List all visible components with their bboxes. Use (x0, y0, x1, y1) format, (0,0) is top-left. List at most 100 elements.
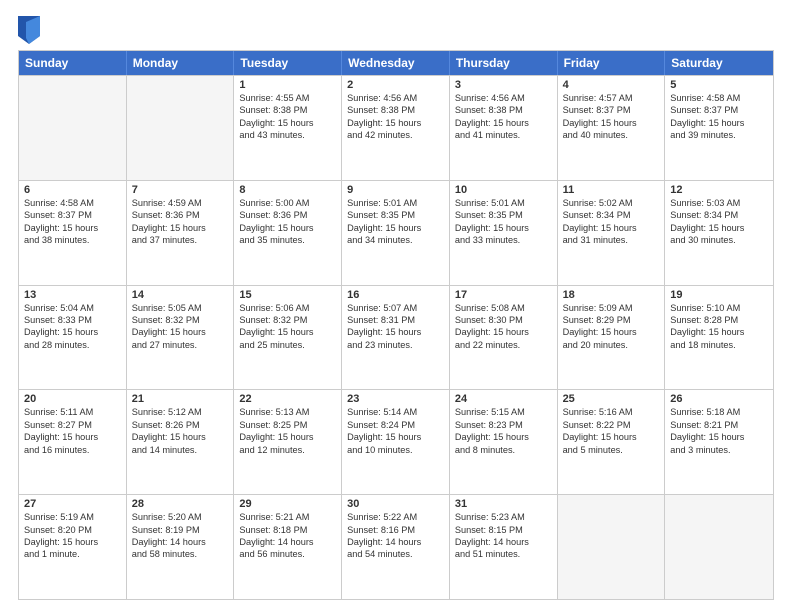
cell-line-2: Daylight: 15 hours (239, 431, 336, 443)
cell-line-3: and 58 minutes. (132, 548, 229, 560)
calendar: SundayMondayTuesdayWednesdayThursdayFrid… (18, 50, 774, 600)
cell-line-0: Sunrise: 5:11 AM (24, 406, 121, 418)
day-number: 15 (239, 289, 336, 301)
day-number: 10 (455, 184, 552, 196)
cell-line-2: Daylight: 15 hours (239, 117, 336, 129)
day-number: 11 (563, 184, 660, 196)
cell-line-1: Sunset: 8:22 PM (563, 419, 660, 431)
cell-line-1: Sunset: 8:32 PM (132, 314, 229, 326)
empty-cell (665, 495, 773, 599)
day-number: 31 (455, 498, 552, 510)
cell-line-0: Sunrise: 4:58 AM (670, 92, 768, 104)
day-number: 24 (455, 393, 552, 405)
cell-line-1: Sunset: 8:38 PM (347, 104, 444, 116)
cell-line-0: Sunrise: 4:56 AM (347, 92, 444, 104)
day-cell-7: 7Sunrise: 4:59 AMSunset: 8:36 PMDaylight… (127, 181, 235, 285)
day-cell-31: 31Sunrise: 5:23 AMSunset: 8:15 PMDayligh… (450, 495, 558, 599)
week-row-4: 20Sunrise: 5:11 AMSunset: 8:27 PMDayligh… (19, 389, 773, 494)
day-number: 7 (132, 184, 229, 196)
logo (18, 16, 44, 44)
cell-line-1: Sunset: 8:16 PM (347, 524, 444, 536)
day-cell-25: 25Sunrise: 5:16 AMSunset: 8:22 PMDayligh… (558, 390, 666, 494)
cell-line-3: and 56 minutes. (239, 548, 336, 560)
day-number: 13 (24, 289, 121, 301)
cell-line-1: Sunset: 8:37 PM (563, 104, 660, 116)
calendar-header: SundayMondayTuesdayWednesdayThursdayFrid… (19, 51, 773, 75)
day-number: 29 (239, 498, 336, 510)
cell-line-2: Daylight: 14 hours (455, 536, 552, 548)
day-number: 19 (670, 289, 768, 301)
cell-line-1: Sunset: 8:28 PM (670, 314, 768, 326)
cell-line-3: and 1 minute. (24, 548, 121, 560)
header-day-sunday: Sunday (19, 51, 127, 75)
day-number: 14 (132, 289, 229, 301)
cell-line-1: Sunset: 8:29 PM (563, 314, 660, 326)
day-number: 26 (670, 393, 768, 405)
day-cell-24: 24Sunrise: 5:15 AMSunset: 8:23 PMDayligh… (450, 390, 558, 494)
day-number: 2 (347, 79, 444, 91)
cell-line-1: Sunset: 8:23 PM (455, 419, 552, 431)
day-cell-9: 9Sunrise: 5:01 AMSunset: 8:35 PMDaylight… (342, 181, 450, 285)
day-number: 8 (239, 184, 336, 196)
cell-line-0: Sunrise: 5:20 AM (132, 511, 229, 523)
cell-line-3: and 38 minutes. (24, 234, 121, 246)
cell-line-0: Sunrise: 5:19 AM (24, 511, 121, 523)
cell-line-1: Sunset: 8:36 PM (239, 209, 336, 221)
day-number: 17 (455, 289, 552, 301)
cell-line-0: Sunrise: 5:03 AM (670, 197, 768, 209)
day-cell-8: 8Sunrise: 5:00 AMSunset: 8:36 PMDaylight… (234, 181, 342, 285)
week-row-5: 27Sunrise: 5:19 AMSunset: 8:20 PMDayligh… (19, 494, 773, 599)
cell-line-0: Sunrise: 5:07 AM (347, 302, 444, 314)
day-number: 23 (347, 393, 444, 405)
empty-cell (127, 76, 235, 180)
cell-line-0: Sunrise: 5:08 AM (455, 302, 552, 314)
cell-line-0: Sunrise: 5:02 AM (563, 197, 660, 209)
cell-line-3: and 12 minutes. (239, 444, 336, 456)
day-number: 9 (347, 184, 444, 196)
cell-line-2: Daylight: 15 hours (670, 117, 768, 129)
day-number: 21 (132, 393, 229, 405)
cell-line-1: Sunset: 8:37 PM (670, 104, 768, 116)
day-number: 12 (670, 184, 768, 196)
cell-line-1: Sunset: 8:20 PM (24, 524, 121, 536)
header-day-saturday: Saturday (665, 51, 773, 75)
header-day-tuesday: Tuesday (234, 51, 342, 75)
cell-line-2: Daylight: 15 hours (24, 536, 121, 548)
cell-line-0: Sunrise: 5:01 AM (347, 197, 444, 209)
cell-line-2: Daylight: 15 hours (24, 222, 121, 234)
cell-line-1: Sunset: 8:33 PM (24, 314, 121, 326)
cell-line-2: Daylight: 15 hours (347, 431, 444, 443)
day-cell-1: 1Sunrise: 4:55 AMSunset: 8:38 PMDaylight… (234, 76, 342, 180)
cell-line-0: Sunrise: 5:05 AM (132, 302, 229, 314)
day-number: 28 (132, 498, 229, 510)
cell-line-0: Sunrise: 4:59 AM (132, 197, 229, 209)
cell-line-2: Daylight: 15 hours (239, 222, 336, 234)
logo-icon (18, 16, 40, 44)
cell-line-2: Daylight: 15 hours (347, 326, 444, 338)
day-number: 20 (24, 393, 121, 405)
day-cell-6: 6Sunrise: 4:58 AMSunset: 8:37 PMDaylight… (19, 181, 127, 285)
day-cell-28: 28Sunrise: 5:20 AMSunset: 8:19 PMDayligh… (127, 495, 235, 599)
cell-line-3: and 37 minutes. (132, 234, 229, 246)
cell-line-2: Daylight: 15 hours (563, 222, 660, 234)
cell-line-3: and 18 minutes. (670, 339, 768, 351)
day-number: 4 (563, 79, 660, 91)
cell-line-3: and 40 minutes. (563, 129, 660, 141)
day-cell-21: 21Sunrise: 5:12 AMSunset: 8:26 PMDayligh… (127, 390, 235, 494)
day-number: 22 (239, 393, 336, 405)
cell-line-2: Daylight: 15 hours (455, 326, 552, 338)
cell-line-1: Sunset: 8:38 PM (239, 104, 336, 116)
day-cell-13: 13Sunrise: 5:04 AMSunset: 8:33 PMDayligh… (19, 286, 127, 390)
header-day-monday: Monday (127, 51, 235, 75)
cell-line-1: Sunset: 8:34 PM (670, 209, 768, 221)
cell-line-1: Sunset: 8:37 PM (24, 209, 121, 221)
day-number: 18 (563, 289, 660, 301)
cell-line-3: and 34 minutes. (347, 234, 444, 246)
cell-line-3: and 42 minutes. (347, 129, 444, 141)
cell-line-0: Sunrise: 5:01 AM (455, 197, 552, 209)
cell-line-1: Sunset: 8:30 PM (455, 314, 552, 326)
header-day-friday: Friday (558, 51, 666, 75)
cell-line-1: Sunset: 8:38 PM (455, 104, 552, 116)
cell-line-2: Daylight: 15 hours (563, 431, 660, 443)
cell-line-2: Daylight: 14 hours (239, 536, 336, 548)
